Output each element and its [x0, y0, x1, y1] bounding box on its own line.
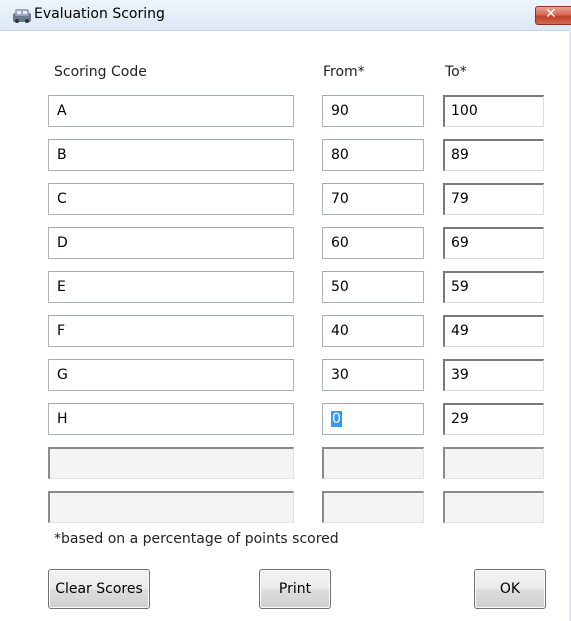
- from-field[interactable]: 90: [322, 95, 424, 127]
- to-field: 89: [443, 139, 544, 171]
- from-field[interactable]: 30: [322, 359, 424, 391]
- to-field: 59: [443, 271, 544, 303]
- title-bar: Evaluation Scoring ✕: [0, 0, 571, 31]
- scoring-code-field: [48, 447, 294, 479]
- from-field[interactable]: 60: [322, 227, 424, 259]
- scoring-code-field[interactable]: F: [48, 315, 294, 347]
- to-header: To*: [445, 64, 467, 80]
- scoring-code-field[interactable]: G: [48, 359, 294, 391]
- from-header: From*: [323, 64, 365, 80]
- close-button[interactable]: ✕: [535, 6, 571, 25]
- to-field: 69: [443, 227, 544, 259]
- scoring-code-field: [48, 491, 294, 523]
- clear-scores-button[interactable]: Clear Scores: [48, 569, 150, 609]
- from-field: [322, 491, 424, 523]
- print-button[interactable]: Print: [259, 569, 331, 609]
- to-field: [443, 491, 544, 523]
- to-field: [443, 447, 544, 479]
- to-field: 79: [443, 183, 544, 215]
- window-title: Evaluation Scoring: [34, 6, 165, 22]
- app-icon: [13, 9, 31, 23]
- from-field[interactable]: 0: [322, 403, 424, 435]
- selected-text: 0: [331, 411, 342, 427]
- from-field: [322, 447, 424, 479]
- ok-button[interactable]: OK: [474, 569, 546, 609]
- scoring-code-field[interactable]: B: [48, 139, 294, 171]
- to-field: 29: [443, 403, 544, 435]
- from-field[interactable]: 40: [322, 315, 424, 347]
- to-field: 100: [443, 95, 544, 127]
- footnote: *based on a percentage of points scored: [54, 531, 339, 547]
- to-field: 39: [443, 359, 544, 391]
- scoring-code-field[interactable]: C: [48, 183, 294, 215]
- scoring-code-header: Scoring Code: [54, 64, 147, 80]
- scoring-code-field[interactable]: E: [48, 271, 294, 303]
- scoring-code-field[interactable]: D: [48, 227, 294, 259]
- scoring-code-field[interactable]: A: [48, 95, 294, 127]
- to-field: 49: [443, 315, 544, 347]
- scoring-code-field[interactable]: H: [48, 403, 294, 435]
- evaluation-scoring-dialog: Evaluation Scoring ✕ Scoring Code From* …: [0, 0, 571, 621]
- close-icon: ✕: [545, 6, 557, 22]
- from-field[interactable]: 50: [322, 271, 424, 303]
- from-field[interactable]: 80: [322, 139, 424, 171]
- from-field[interactable]: 70: [322, 183, 424, 215]
